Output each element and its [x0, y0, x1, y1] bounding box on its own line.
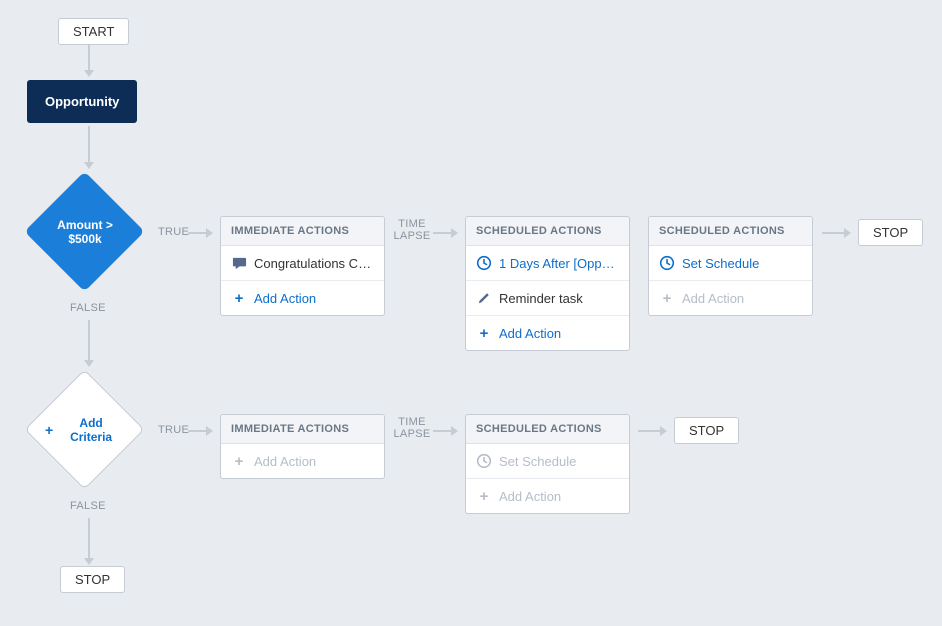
- add-action-disabled: + Add Action: [221, 444, 384, 478]
- chat-icon: [231, 255, 247, 271]
- arrow-true-2: [188, 426, 213, 436]
- add-criteria-node[interactable]: + Add Criteria: [25, 370, 145, 490]
- plus-icon: +: [231, 290, 247, 306]
- clock-icon: [476, 255, 492, 271]
- action-label: Congratulations Ch...: [254, 256, 374, 271]
- criteria-node-amount[interactable]: Amount > $500k: [25, 172, 145, 292]
- stop-node-2[interactable]: STOP: [674, 417, 739, 444]
- arrow-start-trigger: [84, 44, 94, 77]
- add-action-label: Add Action: [254, 291, 316, 306]
- add-action-label: Add Action: [682, 291, 744, 306]
- add-action-button[interactable]: + Add Action: [466, 316, 629, 350]
- stop-node-1[interactable]: STOP: [858, 219, 923, 246]
- plus-icon: +: [231, 453, 247, 469]
- pencil-icon: [476, 290, 492, 306]
- add-criteria-label: + Add Criteria: [25, 370, 145, 490]
- scheduled-actions-card-3: SCHEDULED ACTIONS Set Schedule + Add Act…: [465, 414, 630, 514]
- card-header: IMMEDIATE ACTIONS: [221, 415, 384, 444]
- add-action-disabled: + Add Action: [649, 281, 812, 315]
- start-node[interactable]: START: [58, 18, 129, 45]
- arrow-criteria2-down: [84, 518, 94, 565]
- arrow-stop-1: [822, 228, 851, 238]
- schedule-label: Set Schedule: [499, 454, 576, 469]
- card-header: SCHEDULED ACTIONS: [649, 217, 812, 246]
- card-header: IMMEDIATE ACTIONS: [221, 217, 384, 246]
- immediate-actions-card-2: IMMEDIATE ACTIONS + Add Action: [220, 414, 385, 479]
- scheduled-actions-card-1: SCHEDULED ACTIONS 1 Days After [Oppo... …: [465, 216, 630, 351]
- set-schedule-button[interactable]: Set Schedule: [649, 246, 812, 281]
- plus-icon: +: [476, 488, 492, 504]
- plus-icon: +: [659, 290, 675, 306]
- card-header: SCHEDULED ACTIONS: [466, 217, 629, 246]
- arrow-true-1: [188, 228, 213, 238]
- arrow-timelapse-1: [433, 228, 458, 238]
- false-label-1: FALSE: [70, 302, 106, 314]
- true-label-2: TRUE: [158, 424, 189, 436]
- scheduled-actions-card-2: SCHEDULED ACTIONS Set Schedule + Add Act…: [648, 216, 813, 316]
- false-label-2: FALSE: [70, 500, 106, 512]
- clock-icon: [659, 255, 675, 271]
- true-label-1: TRUE: [158, 226, 189, 238]
- action-item[interactable]: Reminder task: [466, 281, 629, 316]
- add-action-label: Add Action: [499, 326, 561, 341]
- time-lapse-label-2: TIME LAPSE: [393, 416, 431, 440]
- plus-icon: +: [45, 422, 53, 439]
- stop-node-final[interactable]: STOP: [60, 566, 125, 593]
- action-item[interactable]: Congratulations Ch...: [221, 246, 384, 281]
- criteria-label: Amount > $500k: [25, 172, 145, 292]
- schedule-label: Set Schedule: [682, 256, 759, 271]
- add-action-label: Add Action: [254, 454, 316, 469]
- time-lapse-label-1: TIME LAPSE: [393, 218, 431, 242]
- action-label: Reminder task: [499, 291, 583, 306]
- immediate-actions-card-1: IMMEDIATE ACTIONS Congratulations Ch... …: [220, 216, 385, 316]
- plus-icon: +: [476, 325, 492, 341]
- trigger-node[interactable]: Opportunity: [27, 80, 137, 123]
- add-action-label: Add Action: [499, 489, 561, 504]
- schedule-label: 1 Days After [Oppo...: [499, 256, 619, 271]
- arrow-timelapse-2: [433, 426, 458, 436]
- arrow-stop-2: [638, 426, 667, 436]
- add-action-button[interactable]: + Add Action: [221, 281, 384, 315]
- arrow-criteria1-down: [84, 320, 94, 367]
- arrow-trigger-criteria1: [84, 126, 94, 169]
- schedule-row[interactable]: 1 Days After [Oppo...: [466, 246, 629, 281]
- add-action-disabled: + Add Action: [466, 479, 629, 513]
- clock-icon: [476, 453, 492, 469]
- card-header: SCHEDULED ACTIONS: [466, 415, 629, 444]
- set-schedule-disabled: Set Schedule: [466, 444, 629, 479]
